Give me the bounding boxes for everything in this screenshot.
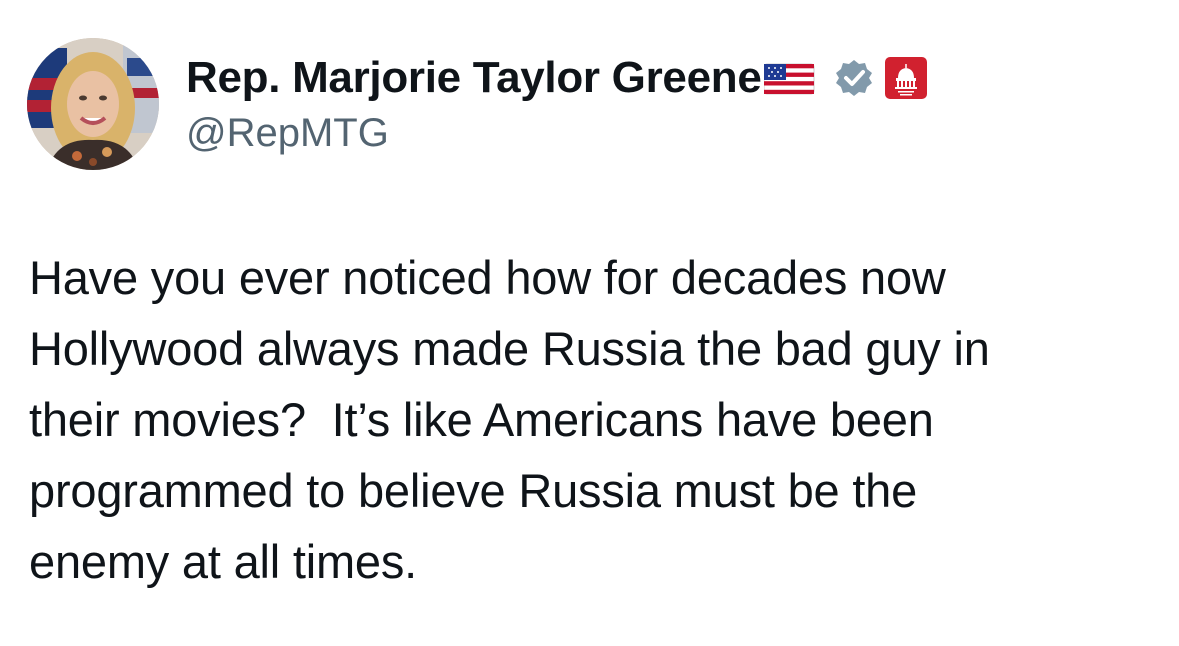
- tweet-header: Rep. Marjorie Taylor Greene @RepMTG: [186, 52, 928, 158]
- us-flag-icon: [763, 60, 816, 96]
- author-display-name[interactable]: Rep. Marjorie Taylor Greene: [186, 52, 762, 104]
- tweet-card: Rep. Marjorie Taylor Greene @RepMTG Have…: [0, 0, 1179, 646]
- tweet-text-line: programmed to believe Russia must be the: [29, 464, 918, 517]
- author-handle[interactable]: @RepMTG: [186, 108, 928, 158]
- tweet-text: Have you ever noticed how for decades no…: [29, 242, 1159, 597]
- avatar[interactable]: [27, 38, 159, 170]
- name-row: Rep. Marjorie Taylor Greene: [186, 52, 928, 104]
- tweet-text-line: Have you ever noticed how for decades no…: [29, 251, 946, 304]
- avatar-image: [27, 38, 159, 170]
- tweet-text-line: their movies? It’s like Americans have b…: [29, 393, 934, 446]
- gop-badge-icon[interactable]: [884, 56, 928, 100]
- tweet-text-line: enemy at all times.: [29, 535, 418, 588]
- verified-badge-icon[interactable]: [834, 58, 874, 98]
- tweet-text-line: Hollywood always made Russia the bad guy…: [29, 322, 990, 375]
